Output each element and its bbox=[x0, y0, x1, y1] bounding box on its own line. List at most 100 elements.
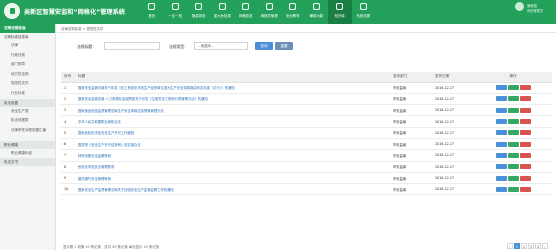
edit-button[interactable] bbox=[507, 96, 519, 102]
row-actions bbox=[474, 149, 552, 162]
view-button[interactable] bbox=[495, 164, 507, 170]
query-button[interactable]: 查询 bbox=[255, 42, 273, 50]
nav-item-3[interactable]: 重大危险源 bbox=[211, 0, 235, 24]
title-search-input[interactable] bbox=[104, 42, 160, 50]
edit-button[interactable] bbox=[507, 186, 519, 192]
row-index: 4 bbox=[61, 115, 75, 128]
row-dept: 市安监局 bbox=[390, 127, 432, 139]
row-actions bbox=[474, 183, 552, 196]
page-button[interactable]: 2 bbox=[520, 243, 527, 249]
delete-button[interactable] bbox=[519, 107, 531, 113]
nav-item-label: 网格员管理 bbox=[260, 14, 278, 18]
row-title-link[interactable]: 国家安全监管总局关于印发《化工危险化学品生产经营单位重大生产安全事故隐患判定标准… bbox=[75, 82, 390, 94]
page-button[interactable]: › bbox=[542, 243, 548, 249]
type-select[interactable]: --请选择-- bbox=[194, 42, 248, 50]
sidebar-group[interactable]: 职业健康 bbox=[0, 140, 55, 149]
sidebar-item[interactable]: 行业标准 bbox=[0, 89, 55, 99]
view-button[interactable] bbox=[495, 107, 507, 113]
view-button[interactable] bbox=[495, 175, 507, 181]
delete-button[interactable] bbox=[519, 186, 531, 192]
edit-button[interactable] bbox=[507, 107, 519, 113]
row-title-link[interactable]: 危险化学品安全管理条例 bbox=[75, 161, 390, 173]
sidebar-item[interactable]: 法律责任对照依据汇编 bbox=[0, 126, 55, 141]
nav-item-7[interactable]: 辅助功能 bbox=[305, 0, 329, 24]
row-dept: 市安监局 bbox=[390, 82, 432, 94]
nav-item-0[interactable]: 首页 bbox=[140, 0, 164, 24]
avatar[interactable] bbox=[515, 2, 524, 11]
row-index: 3 bbox=[61, 104, 75, 117]
page-button[interactable]: 4 bbox=[534, 243, 541, 249]
edit-button[interactable] bbox=[507, 119, 519, 125]
sidebar-header[interactable]: 法律法规标准 bbox=[0, 24, 55, 33]
sidebar-group[interactable]: 执法文书 bbox=[0, 158, 55, 167]
row-dept: 市安监局 bbox=[390, 161, 432, 173]
row-date: 2016-12-27 bbox=[432, 82, 474, 94]
delete-button[interactable] bbox=[519, 119, 531, 125]
page-button[interactable]: ‹ bbox=[506, 243, 513, 249]
edit-button[interactable] bbox=[507, 152, 519, 158]
delete-button[interactable] bbox=[519, 141, 531, 147]
main-nav: 首页 一企一档 隐患排查 重大危险源 网格巡查 网格员管理 安全教育 辅助功能 知识库 系统设置 bbox=[140, 0, 375, 24]
nav-item-1[interactable]: 一企一档 bbox=[164, 0, 188, 24]
delete-button[interactable] bbox=[519, 85, 531, 91]
nav-item-9[interactable]: 系统设置 bbox=[352, 0, 376, 24]
delete-button[interactable] bbox=[519, 164, 531, 170]
row-index: 2 bbox=[61, 93, 75, 106]
row-actions bbox=[474, 82, 552, 94]
sidebar-item[interactable]: 执法依据类 bbox=[0, 116, 55, 126]
view-button[interactable] bbox=[495, 96, 507, 102]
view-button[interactable] bbox=[495, 119, 507, 125]
breadcrumb: 法律法规标准 > 规范性文件 bbox=[61, 27, 104, 31]
edit-button[interactable] bbox=[507, 85, 519, 91]
building-icon bbox=[171, 3, 179, 10]
nav-item-4[interactable]: 网格巡查 bbox=[234, 0, 258, 24]
row-title-link[interactable]: 国家安全生产监督管理总局关于加强安全生产监管监察工作的通知 bbox=[75, 183, 390, 196]
nav-item-8[interactable]: 知识库 bbox=[328, 0, 352, 24]
sidebar-group[interactable]: 执法依据 bbox=[0, 98, 55, 107]
row-title-link[interactable]: 特种设备安全监察条例 bbox=[75, 149, 390, 162]
page-button[interactable]: 3 bbox=[527, 243, 534, 249]
view-button[interactable] bbox=[495, 130, 507, 136]
row-title-link[interactable]: 国家食品药品监督管理总局生产安全事故应急预案管理办法 bbox=[75, 104, 390, 117]
view-button[interactable] bbox=[495, 141, 507, 147]
edit-button[interactable] bbox=[507, 130, 519, 136]
view-button[interactable] bbox=[495, 186, 507, 192]
sidebar-item[interactable]: 安全生产类 bbox=[0, 107, 55, 117]
row-index: 9 bbox=[61, 172, 75, 185]
sidebar-item[interactable]: 部门规章 bbox=[0, 60, 55, 70]
nav-item-label: 辅助功能 bbox=[309, 14, 324, 18]
nav-item-6[interactable]: 安全教育 bbox=[281, 0, 305, 24]
edit-button[interactable] bbox=[507, 164, 519, 170]
delete-button[interactable] bbox=[519, 152, 531, 158]
sidebar-item[interactable]: 法律 bbox=[0, 41, 55, 51]
sidebar-item[interactable]: 规范性文件 bbox=[0, 79, 55, 89]
row-dept: 市安监局 bbox=[390, 104, 432, 117]
row-title-link[interactable]: 国家危险化学品安全生产许可工作细则 bbox=[75, 127, 390, 139]
nav-item-label: 安全教育 bbox=[285, 14, 300, 18]
delete-button[interactable] bbox=[519, 130, 531, 136]
row-title-link[interactable]: 国务院《安全生产许可证条例》的实施办法 bbox=[75, 138, 390, 151]
search-icon bbox=[195, 3, 202, 10]
edit-button[interactable] bbox=[507, 175, 519, 181]
book-icon bbox=[289, 3, 296, 10]
nav-item-5[interactable]: 网格员管理 bbox=[258, 0, 282, 24]
reset-button[interactable]: 重置 bbox=[275, 42, 293, 50]
row-title-link[interactable]: 烟花爆竹安全管理条例 bbox=[75, 172, 390, 185]
row-title-link[interactable]: 国家安全监管总局 人力资源社会保障部关于印发《注册安全工程师分类管理办法》的通知 bbox=[75, 93, 390, 106]
divider bbox=[57, 32, 556, 33]
table-row: 5 国家危险化学品安全生产许可工作细则 市安监局 2016-12-27 bbox=[61, 127, 552, 139]
delete-button[interactable] bbox=[519, 175, 531, 181]
tools-icon bbox=[312, 3, 320, 10]
sidebar-item[interactable]: 地方性法规 bbox=[0, 70, 55, 80]
page-button[interactable]: 1 bbox=[513, 243, 520, 249]
view-button[interactable] bbox=[495, 152, 507, 158]
nav-item-2[interactable]: 隐患排查 bbox=[187, 0, 211, 24]
row-title-link[interactable]: 中华人民共和国职业病防治法 bbox=[75, 115, 390, 128]
view-button[interactable] bbox=[495, 85, 507, 91]
sidebar-group[interactable]: 法规标准信息库 bbox=[0, 33, 55, 41]
grid-icon bbox=[242, 3, 249, 10]
edit-button[interactable] bbox=[507, 141, 519, 147]
sidebar-item[interactable]: 行政法规 bbox=[0, 51, 55, 61]
delete-button[interactable] bbox=[519, 96, 531, 102]
sidebar-item[interactable]: 职业健康标准 bbox=[0, 149, 55, 159]
